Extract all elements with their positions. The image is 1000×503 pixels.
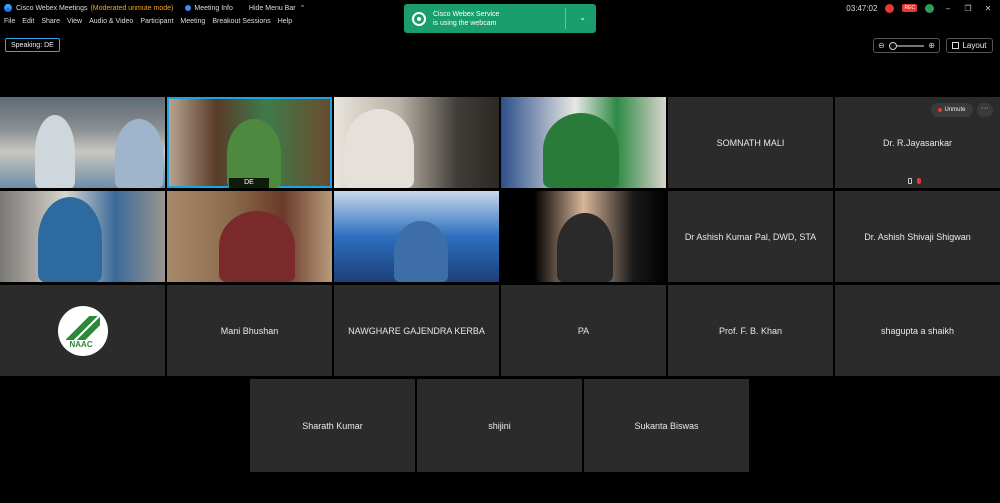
video-tile-4[interactable]	[501, 97, 666, 188]
rec-badge: REC	[902, 4, 917, 12]
hide-menu-bar-button[interactable]: Hide Menu Bar	[249, 5, 296, 12]
participant-tile-sharath[interactable]: Sharath Kumar	[250, 379, 415, 472]
participant-tile-nawghare[interactable]: NAWGHARE GAJENDRA KERBA	[334, 285, 499, 376]
menu-view[interactable]: View	[67, 18, 82, 30]
unmute-mode-label: (Moderated unmute mode)	[90, 4, 174, 12]
menu-participant[interactable]: Participant	[140, 18, 173, 30]
webcam-icon	[412, 11, 426, 26]
zoom-in-icon[interactable]: ⊕	[928, 41, 935, 50]
mic-off-icon	[917, 178, 921, 184]
speaking-indicator: Speaking: DE	[5, 38, 60, 52]
menu-breakout-sessions[interactable]: Breakout Sessions	[212, 18, 270, 30]
video-tile-1[interactable]	[0, 97, 165, 188]
layout-button[interactable]: Layout	[946, 38, 993, 53]
phone-icon	[908, 178, 912, 184]
participant-tile-ashish-pal[interactable]: Dr Ashish Kumar Pal, DWD, STA	[668, 191, 833, 282]
participant-tile-somnath[interactable]: SOMNATH MALI	[668, 97, 833, 188]
webex-logo-icon	[4, 4, 12, 12]
menu-audio-video[interactable]: Audio & Video	[89, 18, 133, 30]
menu-file[interactable]: File	[4, 18, 15, 30]
shield-icon	[185, 5, 192, 11]
menu-share[interactable]: Share	[41, 18, 60, 30]
chevron-up-icon[interactable]: ⌃	[300, 4, 306, 12]
participant-tile-khan[interactable]: Prof. F. B. Khan	[668, 285, 833, 376]
mic-muted-icon	[938, 108, 943, 112]
video-tile-3[interactable]	[334, 97, 499, 188]
naaac-logo: NAAC	[57, 305, 108, 356]
participant-tile-sukanta[interactable]: Sukanta Biswas	[584, 379, 749, 472]
restore-icon[interactable]: ❐	[962, 4, 974, 13]
menu-help[interactable]: Help	[278, 18, 292, 30]
device-status	[908, 178, 921, 184]
video-tile-7[interactable]	[334, 191, 499, 282]
toast-message: is using the webcam	[433, 19, 497, 27]
menu-edit[interactable]: Edit	[22, 18, 34, 30]
video-tile-6[interactable]	[167, 191, 332, 282]
participant-label-de: DE	[229, 178, 269, 188]
video-tile-de[interactable]: DE	[167, 97, 332, 188]
video-tile-5[interactable]	[0, 191, 165, 282]
participant-tile-shijini[interactable]: shijini	[417, 379, 582, 472]
meeting-info-button[interactable]: Meeting Info	[185, 5, 233, 12]
close-icon[interactable]: ✕	[982, 4, 994, 13]
zoom-knob[interactable]	[888, 41, 897, 50]
zoom-slider[interactable]: ⊖ ⊕	[873, 38, 940, 53]
video-tile-8[interactable]	[501, 191, 666, 282]
menu-bar: File Edit Share View Audio & Video Parti…	[0, 18, 292, 30]
connection-status-icon	[925, 3, 934, 13]
participant-tile-mani[interactable]: Mani Bhushan	[167, 285, 332, 376]
minimize-icon[interactable]: –	[942, 4, 954, 13]
participant-tile-logo[interactable]: NAAC	[0, 285, 165, 376]
participant-tile-jayasankar[interactable]: Dr. R.Jayasankar	[835, 97, 1000, 188]
more-options-button[interactable]: ···	[977, 103, 993, 117]
chevron-down-icon[interactable]: ⌄	[579, 13, 586, 22]
webcam-notification: Cisco Webex Service is using the webcam …	[404, 4, 596, 33]
menu-meeting[interactable]: Meeting	[180, 18, 205, 30]
meeting-timer: 03:47:02	[846, 3, 878, 13]
recording-indicator-icon	[885, 3, 895, 13]
zoom-out-icon[interactable]: ⊖	[878, 41, 885, 50]
unmute-button[interactable]: Unmute	[931, 103, 973, 117]
participant-tile-shagupta[interactable]: shagupta a shaikh	[835, 285, 1000, 376]
app-title: Cisco Webex Meetings	[16, 4, 88, 12]
participant-tile-ashish-shigwan[interactable]: Dr. Ashish Shivaji Shigwan	[835, 191, 1000, 282]
grid-icon	[952, 42, 960, 49]
participant-tile-pa[interactable]: PA	[501, 285, 666, 376]
zoom-track[interactable]	[888, 41, 925, 50]
toast-title: Cisco Webex Service	[433, 10, 500, 18]
